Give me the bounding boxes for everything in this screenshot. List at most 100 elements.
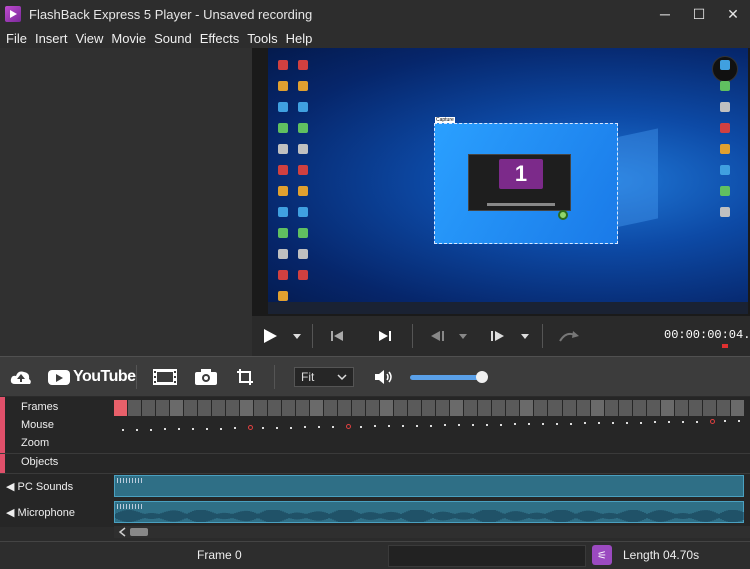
menu-help[interactable]: Help — [282, 31, 317, 46]
frame-cell[interactable] — [618, 400, 632, 416]
timeline-scrollbar[interactable] — [114, 526, 750, 538]
frame-cell[interactable] — [240, 400, 254, 416]
frame-cell[interactable] — [380, 400, 394, 416]
frame-cell[interactable] — [646, 400, 660, 416]
youtube-button[interactable]: YouTube — [48, 357, 136, 397]
frame-cell[interactable] — [170, 400, 184, 416]
maximize-button[interactable]: ☐ — [682, 0, 716, 28]
frame-cell[interactable] — [408, 400, 422, 416]
capture-region[interactable]: Capture 1 — [434, 117, 618, 244]
frame-cell[interactable] — [394, 400, 408, 416]
frame-cell[interactable] — [716, 400, 730, 416]
frame-cell[interactable] — [520, 400, 534, 416]
minimize-button[interactable]: ─ — [648, 0, 682, 28]
frame-cell[interactable] — [142, 400, 156, 416]
frame-cell[interactable] — [506, 400, 520, 416]
frame-cell[interactable] — [282, 400, 296, 416]
frame-cell[interactable] — [254, 400, 268, 416]
pc-sounds-clip[interactable] — [114, 475, 744, 497]
previous-frame-dropdown[interactable] — [458, 316, 468, 356]
frame-cell[interactable] — [310, 400, 324, 416]
frame-cell[interactable] — [604, 400, 618, 416]
mouse-position-dot — [276, 427, 278, 429]
play-button[interactable] — [262, 316, 278, 356]
desktop-shortcut-icon — [278, 60, 288, 70]
menu-file[interactable]: File — [2, 31, 31, 46]
clip-handle[interactable] — [117, 478, 143, 483]
frame-cell[interactable] — [352, 400, 366, 416]
frame-cell[interactable] — [534, 400, 548, 416]
frame-cell[interactable] — [464, 400, 478, 416]
mouse-track[interactable] — [114, 417, 744, 435]
frame-cell[interactable] — [114, 400, 128, 416]
frame-cell[interactable] — [268, 400, 282, 416]
menu-view[interactable]: View — [71, 31, 107, 46]
go-to-end-button[interactable] — [378, 316, 392, 356]
frame-cell[interactable] — [198, 400, 212, 416]
next-frame-dropdown[interactable] — [520, 316, 530, 356]
frame-cell[interactable] — [548, 400, 562, 416]
frame-cell[interactable] — [450, 400, 464, 416]
loop-button[interactable] — [558, 316, 580, 356]
menu-sound[interactable]: Sound — [150, 31, 196, 46]
frame-cell[interactable] — [674, 400, 688, 416]
zoom-select[interactable]: Fit — [294, 357, 354, 397]
frame-cell[interactable] — [576, 400, 590, 416]
status-field — [388, 545, 586, 567]
frames-track[interactable] — [114, 400, 744, 416]
frame-cell[interactable] — [296, 400, 310, 416]
frame-cell[interactable] — [590, 400, 604, 416]
frame-cell[interactable] — [492, 400, 506, 416]
mouse-position-dot — [290, 427, 292, 429]
frame-cell[interactable] — [338, 400, 352, 416]
frame-cell[interactable] — [324, 400, 338, 416]
mouse-position-dot — [542, 423, 544, 425]
frame-cell[interactable] — [660, 400, 674, 416]
upload-button[interactable] — [10, 357, 32, 397]
desktop-shortcut-icon — [278, 291, 288, 301]
frame-cell[interactable] — [156, 400, 170, 416]
volume-button[interactable] — [374, 357, 394, 397]
menu-insert[interactable]: Insert — [31, 31, 72, 46]
crop-button[interactable] — [236, 357, 254, 397]
frame-cell[interactable] — [478, 400, 492, 416]
frame-cell[interactable] — [366, 400, 380, 416]
mouse-click-marker — [248, 425, 253, 430]
play-options-dropdown[interactable] — [292, 316, 302, 356]
frame-cell[interactable] — [632, 400, 646, 416]
time-marker-icon — [722, 344, 728, 348]
video-viewport[interactable]: Capture 1 — [252, 48, 750, 316]
desktop-shortcut-icon — [298, 186, 308, 196]
volume-slider-track[interactable] — [410, 375, 480, 380]
frame-cell[interactable] — [422, 400, 436, 416]
previous-frame-button[interactable] — [430, 316, 446, 356]
next-frame-button[interactable] — [490, 316, 506, 356]
frame-cell[interactable] — [688, 400, 702, 416]
close-button[interactable]: ✕ — [716, 0, 750, 28]
menu-tools[interactable]: Tools — [243, 31, 281, 46]
frame-cell[interactable] — [184, 400, 198, 416]
frame-cell[interactable] — [128, 400, 142, 416]
frame-cell[interactable] — [226, 400, 240, 416]
pc-sounds-label: PC Sounds — [17, 481, 74, 493]
clip-handle[interactable] — [117, 504, 143, 509]
export-video-button[interactable] — [152, 357, 178, 397]
menu-effects[interactable]: Effects — [196, 31, 244, 46]
microphone-clip[interactable] — [114, 501, 744, 523]
youtube-icon — [48, 369, 70, 385]
share-icon[interactable]: ⚟ — [592, 545, 612, 565]
main-toolbar: YouTube Fit — [0, 356, 750, 396]
scroll-left-icon[interactable] — [118, 527, 128, 537]
frame-cell[interactable] — [212, 400, 226, 416]
frame-cell[interactable] — [702, 400, 716, 416]
go-to-start-button[interactable] — [330, 316, 344, 356]
play-icon — [264, 329, 277, 343]
volume-slider-thumb[interactable] — [476, 371, 488, 383]
frame-cell[interactable] — [730, 400, 744, 416]
camera-icon — [195, 369, 217, 385]
frame-cell[interactable] — [562, 400, 576, 416]
frame-cell[interactable] — [436, 400, 450, 416]
menu-movie[interactable]: Movie — [107, 31, 150, 46]
scrollbar-thumb[interactable] — [130, 528, 148, 536]
snapshot-button[interactable] — [194, 357, 218, 397]
